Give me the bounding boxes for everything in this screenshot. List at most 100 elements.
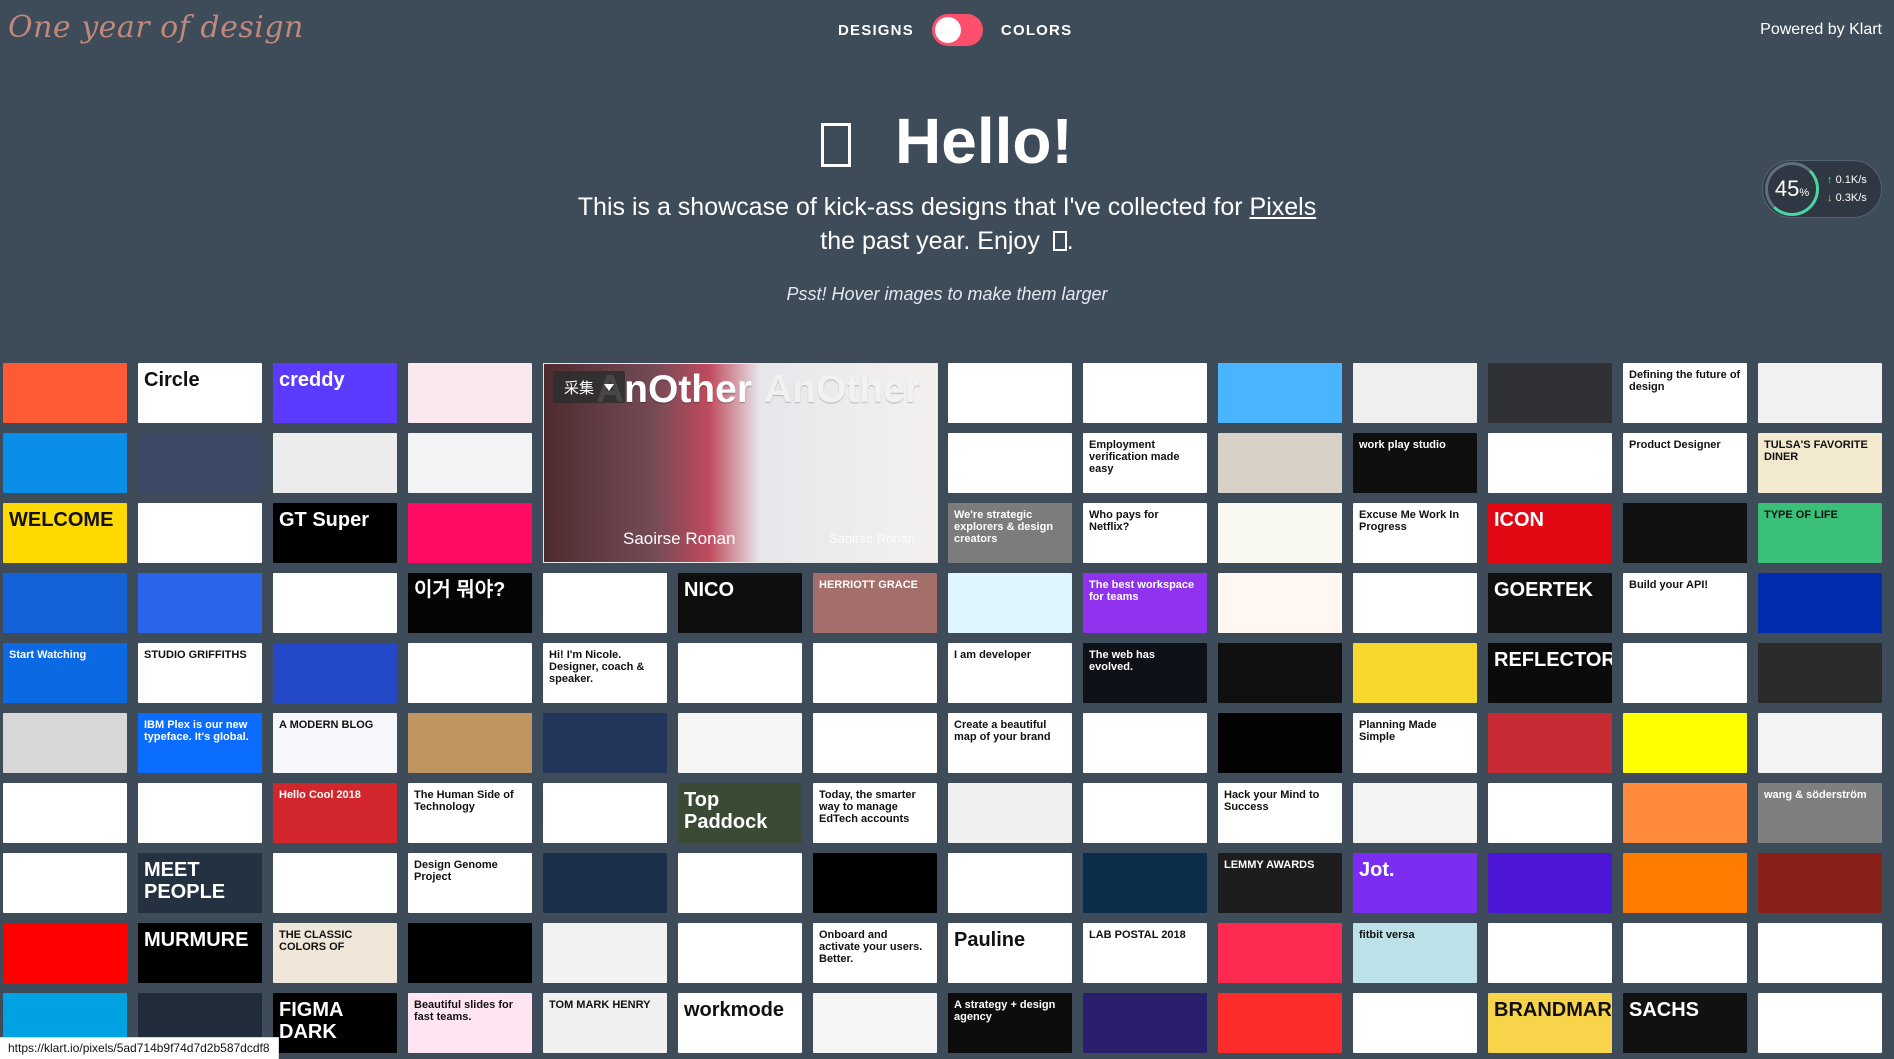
design-thumbnail[interactable] <box>1218 993 1342 1053</box>
design-thumbnail[interactable]: Start Watching <box>3 643 127 703</box>
design-thumbnail[interactable]: Employment verification made easy <box>1083 433 1207 493</box>
collect-button[interactable]: 采集 <box>553 371 625 403</box>
design-thumbnail[interactable]: fitbit versa <box>1353 923 1477 983</box>
design-thumbnail[interactable] <box>1218 643 1342 703</box>
design-thumbnail[interactable]: The web has evolved. <box>1083 643 1207 703</box>
design-thumbnail[interactable] <box>273 643 397 703</box>
colors-mode-label[interactable]: COLORS <box>1001 22 1072 39</box>
design-thumbnail[interactable]: TOM MARK HENRY <box>543 993 667 1053</box>
design-thumbnail[interactable] <box>813 853 937 913</box>
featured-design-card[interactable]: 采集 AnOther AnOther Saoirse Ronan Saoirse… <box>543 363 938 563</box>
design-thumbnail[interactable] <box>543 923 667 983</box>
design-thumbnail[interactable] <box>1623 643 1747 703</box>
design-thumbnail[interactable] <box>138 573 262 633</box>
design-thumbnail[interactable]: Hello Cool 2018 <box>273 783 397 843</box>
design-thumbnail[interactable]: TYPE OF LIFE <box>1758 503 1882 563</box>
design-thumbnail[interactable] <box>1758 363 1882 423</box>
design-thumbnail[interactable] <box>1353 363 1477 423</box>
design-thumbnail[interactable]: GT Super <box>273 503 397 563</box>
design-thumbnail[interactable]: Jot. <box>1353 853 1477 913</box>
design-thumbnail[interactable]: 이거 뭐야? <box>408 573 532 633</box>
design-thumbnail[interactable]: Beautiful slides for fast teams. <box>408 993 532 1053</box>
design-thumbnail[interactable]: Today, the smarter way to manage EdTech … <box>813 783 937 843</box>
design-thumbnail[interactable] <box>408 503 532 563</box>
design-thumbnail[interactable] <box>3 853 127 913</box>
design-thumbnail[interactable]: Onboard and activate your users. Better. <box>813 923 937 983</box>
design-thumbnail[interactable]: A strategy + design agency <box>948 993 1072 1053</box>
design-thumbnail[interactable] <box>1623 713 1747 773</box>
design-thumbnail[interactable]: NICO <box>678 573 802 633</box>
design-thumbnail[interactable] <box>408 643 532 703</box>
design-thumbnail[interactable]: Defining the future of design <box>1623 363 1747 423</box>
design-thumbnail[interactable]: GOERTEK <box>1488 573 1612 633</box>
design-thumbnail[interactable]: Product Designer <box>1623 433 1747 493</box>
design-thumbnail[interactable] <box>1218 573 1342 633</box>
design-thumbnail[interactable]: SACHS <box>1623 993 1747 1053</box>
design-thumbnail[interactable] <box>1218 923 1342 983</box>
design-thumbnail[interactable] <box>678 853 802 913</box>
design-thumbnail[interactable] <box>1353 643 1477 703</box>
design-thumbnail[interactable] <box>948 783 1072 843</box>
design-thumbnail[interactable] <box>273 573 397 633</box>
design-thumbnail[interactable] <box>138 783 262 843</box>
design-thumbnail[interactable] <box>1488 713 1612 773</box>
design-thumbnail[interactable]: Top Paddock <box>678 783 802 843</box>
design-thumbnail[interactable]: TULSA'S FAVORITE DINER <box>1758 433 1882 493</box>
design-thumbnail[interactable] <box>813 713 937 773</box>
design-thumbnail[interactable] <box>1218 503 1342 563</box>
design-thumbnail[interactable] <box>408 433 532 493</box>
design-thumbnail[interactable] <box>543 573 667 633</box>
design-thumbnail[interactable] <box>1758 573 1882 633</box>
design-thumbnail[interactable] <box>1083 363 1207 423</box>
design-thumbnail[interactable]: REFLECTOR <box>1488 643 1612 703</box>
design-thumbnail[interactable]: LEMMY AWARDS <box>1218 853 1342 913</box>
design-thumbnail[interactable] <box>543 853 667 913</box>
design-thumbnail[interactable] <box>948 573 1072 633</box>
design-thumbnail[interactable] <box>408 923 532 983</box>
design-thumbnail[interactable] <box>1623 503 1747 563</box>
design-thumbnail[interactable] <box>543 713 667 773</box>
design-thumbnail[interactable] <box>3 923 127 983</box>
design-thumbnail[interactable] <box>3 783 127 843</box>
design-thumbnail[interactable]: workmode <box>678 993 802 1053</box>
design-thumbnail[interactable]: Build your API! <box>1623 573 1747 633</box>
design-thumbnail[interactable] <box>543 783 667 843</box>
design-thumbnail[interactable] <box>948 363 1072 423</box>
design-thumbnail[interactable]: wang & söderström <box>1758 783 1882 843</box>
design-thumbnail[interactable] <box>273 433 397 493</box>
design-thumbnail[interactable]: Circle <box>138 363 262 423</box>
design-thumbnail[interactable] <box>1623 853 1747 913</box>
design-thumbnail[interactable]: The Human Side of Technology <box>408 783 532 843</box>
design-thumbnail[interactable]: Hack your Mind to Success <box>1218 783 1342 843</box>
design-thumbnail[interactable] <box>1758 643 1882 703</box>
design-thumbnail[interactable]: work play studio <box>1353 433 1477 493</box>
design-thumbnail[interactable] <box>1353 783 1477 843</box>
design-thumbnail[interactable]: We're strategic explorers & design creat… <box>948 503 1072 563</box>
design-thumbnail[interactable] <box>1623 783 1747 843</box>
design-thumbnail[interactable] <box>678 713 802 773</box>
design-thumbnail[interactable] <box>1758 993 1882 1053</box>
design-thumbnail[interactable] <box>3 573 127 633</box>
design-thumbnail[interactable]: Hi! I'm Nicole. Designer, coach & speake… <box>543 643 667 703</box>
design-thumbnail[interactable] <box>138 503 262 563</box>
design-thumbnail[interactable]: IBM Plex is our new typeface. It's globa… <box>138 713 262 773</box>
design-thumbnail[interactable] <box>1488 433 1612 493</box>
design-thumbnail[interactable] <box>678 923 802 983</box>
design-thumbnail[interactable]: LAB POSTAL 2018 <box>1083 923 1207 983</box>
design-thumbnail[interactable]: Design Genome Project <box>408 853 532 913</box>
design-thumbnail[interactable] <box>1488 923 1612 983</box>
design-thumbnail[interactable]: WELCOME <box>3 503 127 563</box>
design-thumbnail[interactable] <box>1083 993 1207 1053</box>
design-thumbnail[interactable]: STUDIO GRIFFITHS <box>138 643 262 703</box>
design-thumbnail[interactable]: Planning Made Simple <box>1353 713 1477 773</box>
design-thumbnail[interactable] <box>1758 853 1882 913</box>
design-thumbnail[interactable]: FIGMA DARK <box>273 993 397 1053</box>
design-thumbnail[interactable] <box>3 363 127 423</box>
powered-by-klart-link[interactable]: Powered by Klart <box>1760 21 1882 39</box>
design-thumbnail[interactable] <box>1083 783 1207 843</box>
design-thumbnail[interactable] <box>1623 923 1747 983</box>
design-thumbnail[interactable]: Pauline <box>948 923 1072 983</box>
design-thumbnail[interactable] <box>408 713 532 773</box>
design-thumbnail[interactable] <box>273 853 397 913</box>
design-thumbnail[interactable] <box>3 433 127 493</box>
